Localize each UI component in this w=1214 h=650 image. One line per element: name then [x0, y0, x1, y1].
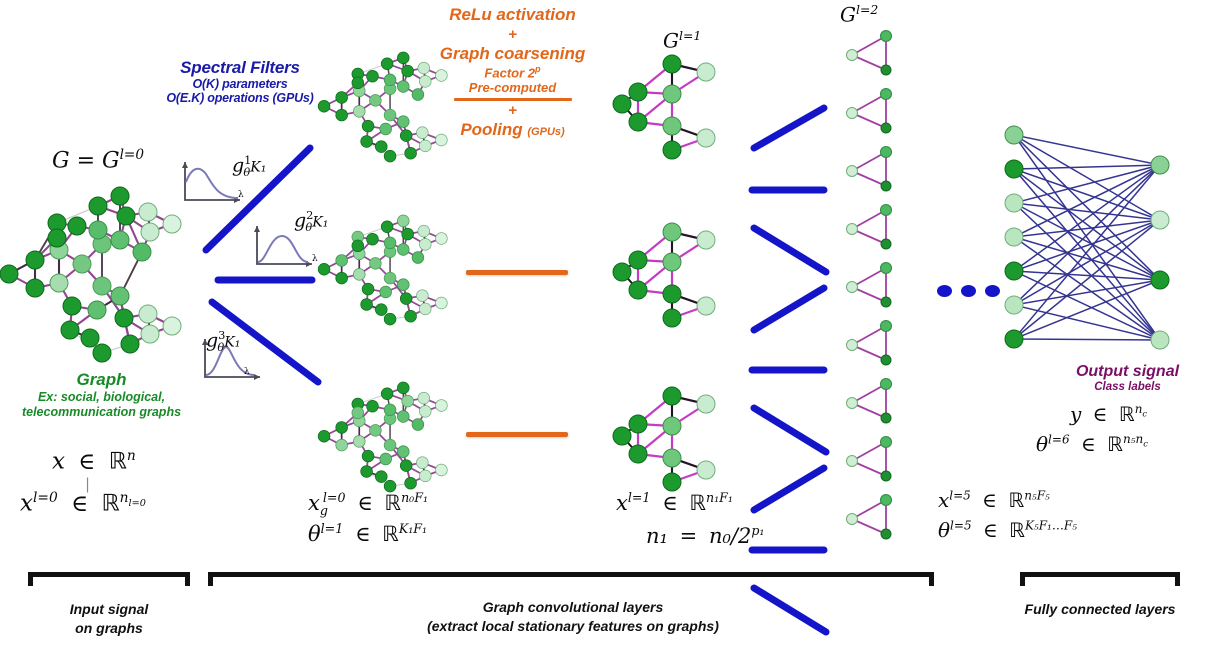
pool-connector-2-down	[750, 404, 830, 456]
input-equation-xl0: xl=0 ∈ ℝnl=0	[20, 490, 146, 517]
caption-conv-line-2: (extract local stationary features on gr…	[427, 617, 719, 634]
pooled-graph-1	[612, 50, 728, 160]
caption-input-line-1: Input signal	[69, 601, 149, 617]
relu-label: ReLu activation	[449, 5, 576, 24]
conv-graph-mesh-3	[317, 381, 468, 493]
pool-connector-3-up	[750, 464, 828, 514]
triangle-unit	[846, 30, 892, 76]
ellipsis-dots	[937, 285, 1000, 297]
caption-conv-line-1: Graph convolutional layers	[482, 599, 664, 615]
g-l2-label: Gl=2	[840, 2, 879, 27]
bracket-fully-connected	[1020, 572, 1180, 586]
dot-1	[937, 285, 952, 297]
input-equation-x-in-Rn: x ∈ ℝn	[52, 448, 136, 475]
triangle-unit	[846, 320, 892, 366]
fc-output-nodes	[1150, 155, 1170, 350]
g-l2-triangle-column	[840, 28, 930, 558]
triangle-unit	[846, 88, 892, 134]
fc-equation-y: y ∈ ℝnc	[1070, 402, 1148, 426]
coarsening-connector-line-2	[466, 432, 568, 437]
conv-graph-mesh-1	[317, 51, 468, 163]
bracket-graph-conv-layers	[208, 572, 934, 586]
triangle-unit	[846, 378, 892, 424]
triangle-unit	[846, 494, 892, 540]
triangle-unit	[846, 436, 892, 482]
fc-equation-theta6: θl=6 ∈ ℝn₅nc	[1036, 432, 1148, 456]
fc-equation-theta5: θl=5 ∈ ℝK₅F₁…F₅	[938, 518, 1078, 542]
conv-equation-xg: xgl=0 ∈ ℝn₀F₁	[308, 490, 429, 519]
fc-equation-x5: xl=5 ∈ ℝn₅F₅	[938, 488, 1050, 512]
pool-connector-2-up	[750, 284, 828, 334]
graph-title: Graph	[76, 370, 127, 389]
pool-connector-1-up	[750, 104, 828, 152]
triangle-unit	[846, 146, 892, 192]
graph-caption-green: Graph Ex: social, biological, telecommun…	[0, 370, 209, 420]
graph-example-2: telecommunication graphs	[21, 404, 182, 419]
coarsening-connector-line-1	[466, 270, 568, 275]
caption-input-signal: Input signal on graphs	[18, 600, 200, 638]
conv-graph-mesh-2	[317, 214, 468, 326]
dot-3	[985, 285, 1000, 297]
pooled-graph-3	[612, 382, 728, 492]
dot-2	[961, 285, 976, 297]
connector-line-down	[208, 298, 322, 386]
caption-fully-connected: Fully connected layers	[1000, 600, 1200, 619]
triangle-unit	[846, 204, 892, 250]
caption-fc-line-1: Fully connected layers	[1024, 601, 1176, 617]
pooling-connector-lines-group	[742, 40, 852, 636]
fully-connected-network	[1000, 125, 1190, 390]
caption-graph-conv: Graph convolutional layers (extract loca…	[300, 598, 846, 636]
output-signal-subtitle: Class labels	[1094, 381, 1161, 394]
triangle-unit	[846, 262, 892, 308]
caption-input-line-2: on graphs	[75, 619, 143, 636]
g-l1-label: Gl=1	[663, 28, 702, 53]
diagram-canvas: Spectral Filters O(K) parameters O(E.K) …	[0, 0, 1214, 650]
fc-input-nodes	[1004, 125, 1024, 349]
graph-example-1: Ex: social, biological,	[37, 390, 166, 405]
pool-connector-1-down	[750, 224, 830, 276]
spectral-connector-lines-group	[200, 130, 330, 390]
conv-equation-theta: θl=1 ∈ ℝK₁F₁	[308, 521, 428, 546]
output-signal-caption: Output signal Class labels	[1045, 363, 1210, 395]
input-graph-equation-label: G = Gl=0	[52, 147, 145, 174]
input-graph-mesh	[0, 178, 202, 378]
pooled-equation-x: xl=1 ∈ ℝn₁F₁	[616, 490, 733, 515]
connector-line-up	[202, 144, 314, 254]
pooled-graph-2	[612, 218, 728, 328]
output-signal-title: Output signal	[1075, 363, 1180, 380]
bracket-input-signal	[28, 572, 190, 586]
plus-sign-1: +	[508, 25, 517, 43]
